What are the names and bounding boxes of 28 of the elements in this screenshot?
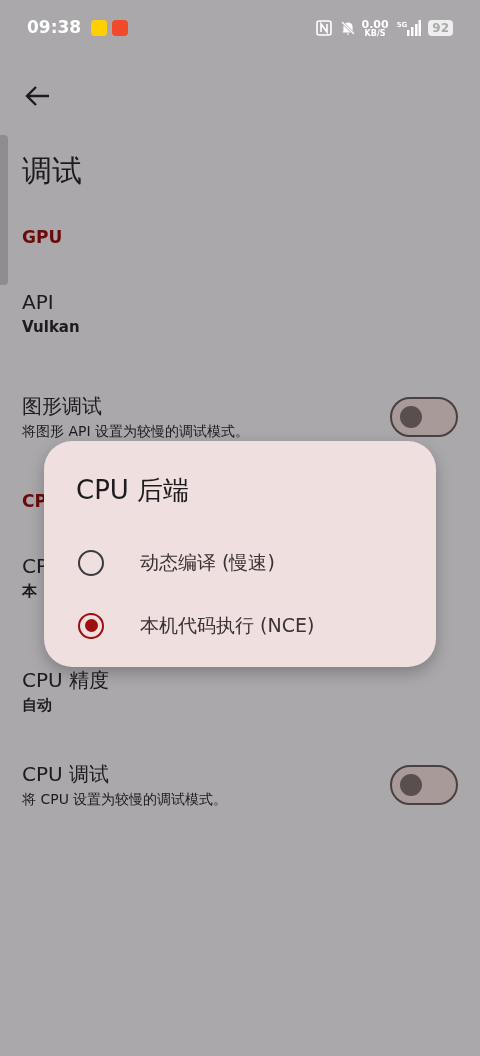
setting-title: API: [22, 289, 54, 316]
toggle-switch[interactable]: [390, 765, 458, 805]
radio-option[interactable]: 动态编译 (慢速): [44, 531, 436, 594]
battery-level: 92: [428, 20, 453, 36]
toggle-switch[interactable]: [390, 397, 458, 437]
back-icon[interactable]: [24, 85, 50, 107]
radio-button[interactable]: [78, 549, 104, 576]
page-title: 调试: [21, 151, 83, 190]
nfc-icon: [315, 20, 332, 36]
signal-icon: [407, 20, 422, 36]
setting-title: CPU 调试: [22, 761, 110, 788]
net-unit: KB/S: [364, 29, 386, 38]
clock: 09:38: [27, 16, 82, 40]
radio-option[interactable]: 本机代码执行 (NCE): [44, 594, 436, 657]
setting-value: 本: [22, 581, 37, 602]
setting-value: 自动: [22, 695, 52, 716]
net-speed: 0.00: [361, 18, 389, 30]
radio-button[interactable]: [78, 612, 104, 639]
setting-title: 图形调试: [22, 393, 102, 420]
setting-description: 将图形 API 设置为较慢的调试模式。: [22, 422, 250, 441]
setting-description: 将 CPU 设置为较慢的调试模式。: [22, 790, 228, 809]
section-header: GPU: [22, 226, 63, 250]
app-icon: [112, 20, 129, 36]
dialog-title: CPU 后端: [75, 474, 191, 507]
bell-muted-icon: [339, 20, 356, 36]
setting-title: CPU 精度: [22, 667, 110, 694]
setting-value: Vulkan: [22, 317, 80, 338]
app-icon: [91, 20, 108, 36]
